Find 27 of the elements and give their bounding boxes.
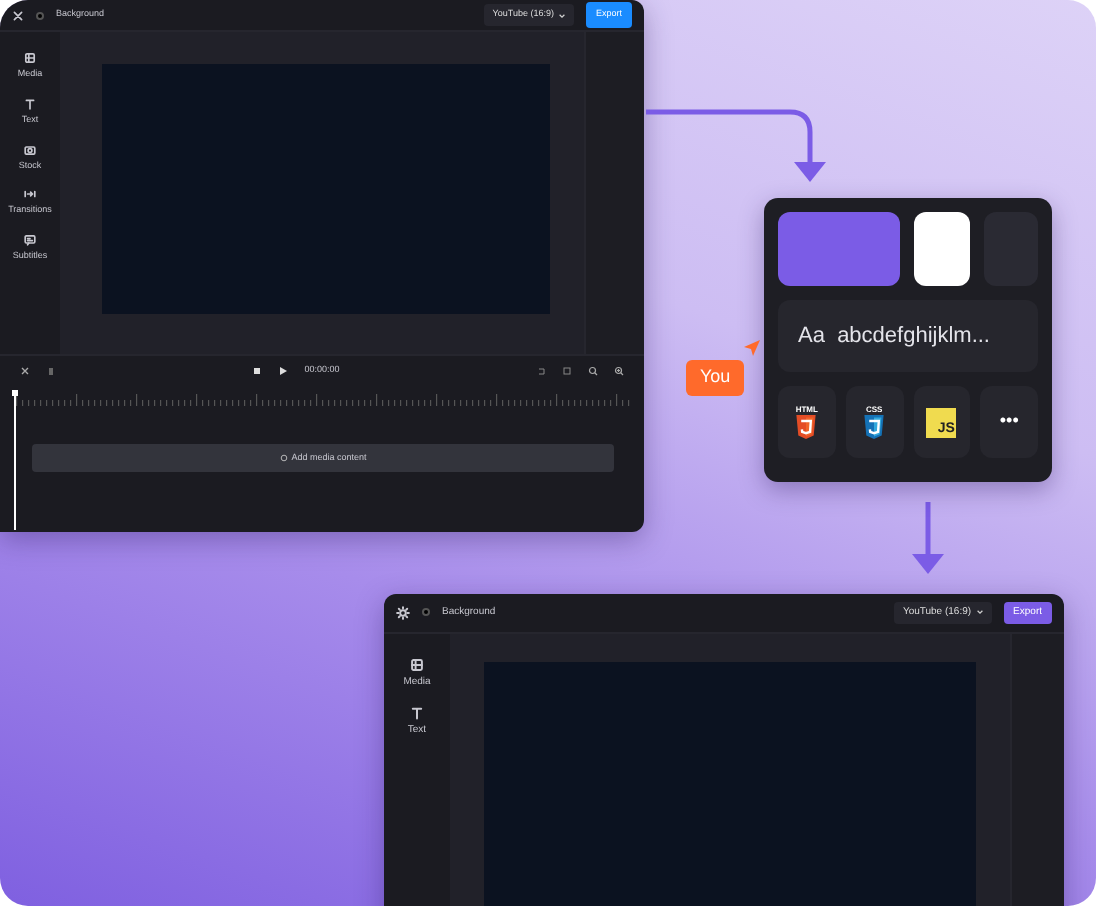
cursor-icon (742, 338, 762, 358)
film-icon (410, 657, 424, 672)
subtitles-icon (23, 234, 36, 246)
zoom-in-icon[interactable] (614, 366, 624, 376)
text-icon (409, 706, 424, 721)
film-icon (23, 52, 36, 64)
shield-icon (794, 413, 819, 439)
connector-arrow (912, 502, 944, 574)
color-dot-icon (422, 608, 430, 617)
more-button[interactable]: ••• (980, 386, 1038, 458)
chevron-icon (557, 11, 566, 19)
playhead[interactable] (12, 390, 18, 530)
color-swatch[interactable] (914, 212, 970, 286)
camera-icon (23, 143, 36, 155)
zoom-out-icon[interactable] (588, 366, 598, 376)
font-option[interactable]: Aa abcdefghijklm... (778, 300, 1038, 372)
chevron-icon (975, 608, 984, 617)
text-icon (23, 97, 36, 110)
stop-icon[interactable] (252, 366, 263, 376)
user-tag: You (686, 360, 745, 395)
color-dot-icon (36, 11, 44, 19)
plus-circle-icon (279, 454, 288, 462)
sun-icon[interactable] (396, 605, 410, 620)
shield-icon (862, 413, 887, 439)
transition-icon (24, 188, 36, 201)
play-icon[interactable] (278, 366, 289, 376)
color-swatch[interactable] (778, 212, 901, 286)
